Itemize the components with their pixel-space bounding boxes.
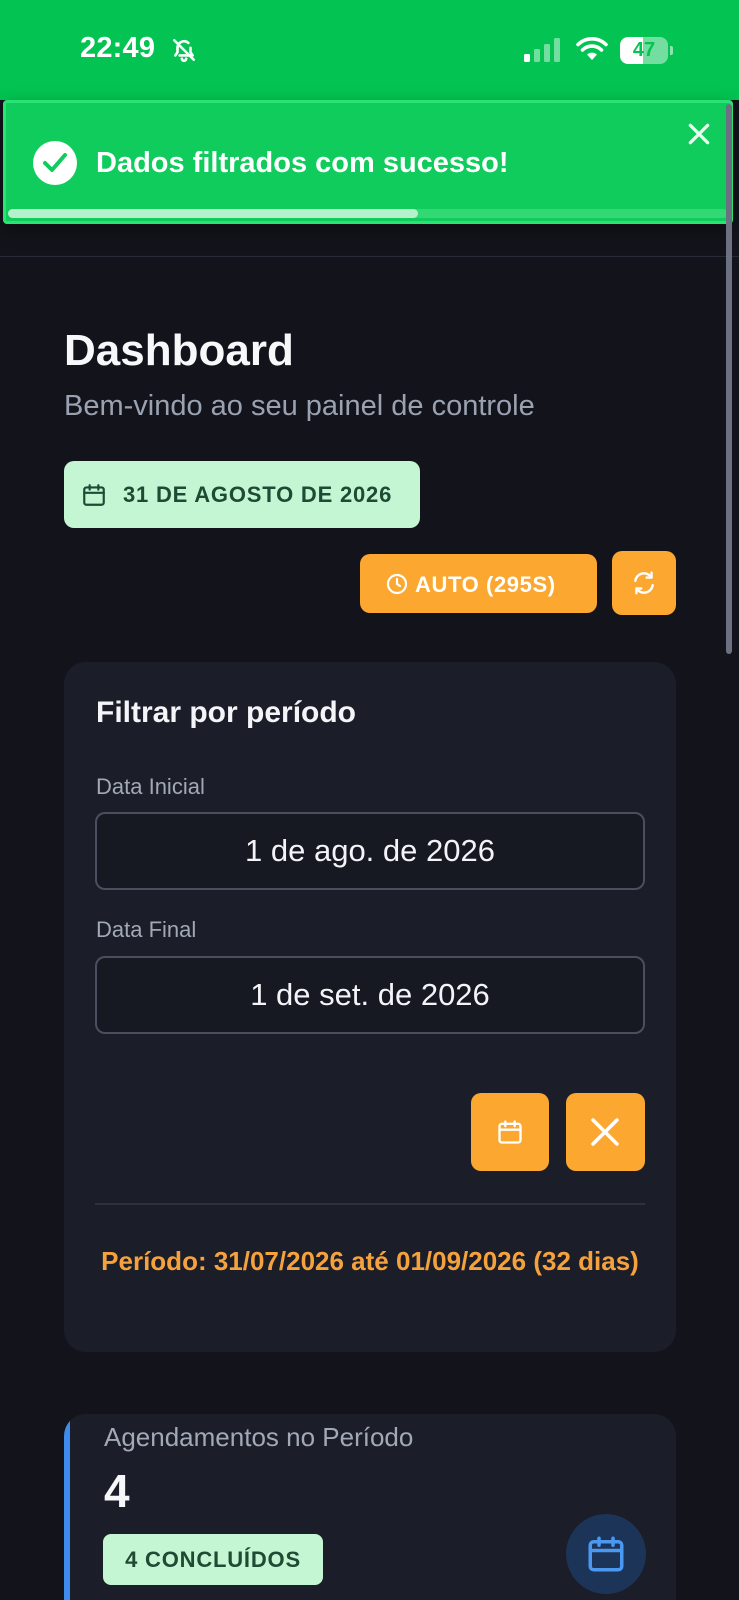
auto-refresh-label: AUTO (295S) — [415, 572, 556, 597]
clear-filter-button[interactable] — [566, 1093, 645, 1171]
toast-progress-bar — [8, 209, 419, 218]
page-title: Dashboard — [64, 326, 294, 375]
card-divider — [95, 1203, 645, 1205]
calendar-icon — [83, 484, 105, 506]
success-toast[interactable]: Dados filtrados com sucesso! — [3, 100, 733, 224]
toast-progress-track — [8, 209, 728, 218]
refresh-button[interactable] — [612, 551, 676, 615]
check-circle-icon — [33, 141, 77, 185]
apply-filter-button[interactable] — [471, 1093, 549, 1171]
calendar-icon — [588, 1536, 624, 1572]
stat-icon-circle — [566, 1514, 646, 1594]
close-icon[interactable] — [686, 121, 712, 147]
period-filter-card: Filtrar por período Data Inicial 1 de ag… — [64, 662, 676, 1352]
scrollbar[interactable] — [726, 104, 732, 654]
status-time: 22:49 — [80, 32, 156, 64]
cellular-signal-icon — [524, 38, 560, 62]
start-date-label: Data Inicial — [96, 774, 205, 799]
stat-value: 4 — [104, 1465, 130, 1517]
stat-accent-bar — [64, 1414, 70, 1600]
filter-title: Filtrar por período — [96, 696, 357, 729]
completed-badge: 4 CONCLUÍDOS — [103, 1534, 323, 1585]
page-subtitle: Bem-vindo ao seu painel de controle — [64, 390, 535, 422]
stat-label: Agendamentos no Período — [104, 1422, 414, 1452]
battery-level: 47 — [632, 39, 656, 61]
end-date-label: Data Final — [96, 917, 197, 942]
status-bar: 22:49 47 — [0, 0, 739, 100]
wifi-icon — [576, 37, 608, 60]
clock-icon — [386, 573, 408, 595]
header-divider — [0, 256, 739, 257]
toast-message: Dados filtrados com sucesso! — [96, 147, 509, 179]
end-date-input[interactable]: 1 de set. de 2026 — [95, 956, 645, 1034]
current-date-badge: 31 DE AGOSTO DE 2026 — [64, 461, 420, 528]
auto-refresh-button[interactable]: AUTO (295S) — [360, 554, 597, 613]
date-badge-label: 31 DE AGOSTO DE 2026 — [123, 482, 393, 507]
battery-icon: 47 — [620, 37, 673, 64]
appointments-stat-card[interactable]: Agendamentos no Período 4 4 CONCLUÍDOS — [64, 1414, 676, 1600]
start-date-input[interactable]: 1 de ago. de 2026 — [95, 812, 645, 890]
close-icon — [591, 1118, 619, 1146]
calendar-icon — [498, 1120, 522, 1144]
period-summary: Período: 31/07/2026 até 01/09/2026 (32 d… — [101, 1246, 639, 1276]
bell-slash-icon — [172, 38, 196, 63]
refresh-icon — [634, 571, 654, 595]
